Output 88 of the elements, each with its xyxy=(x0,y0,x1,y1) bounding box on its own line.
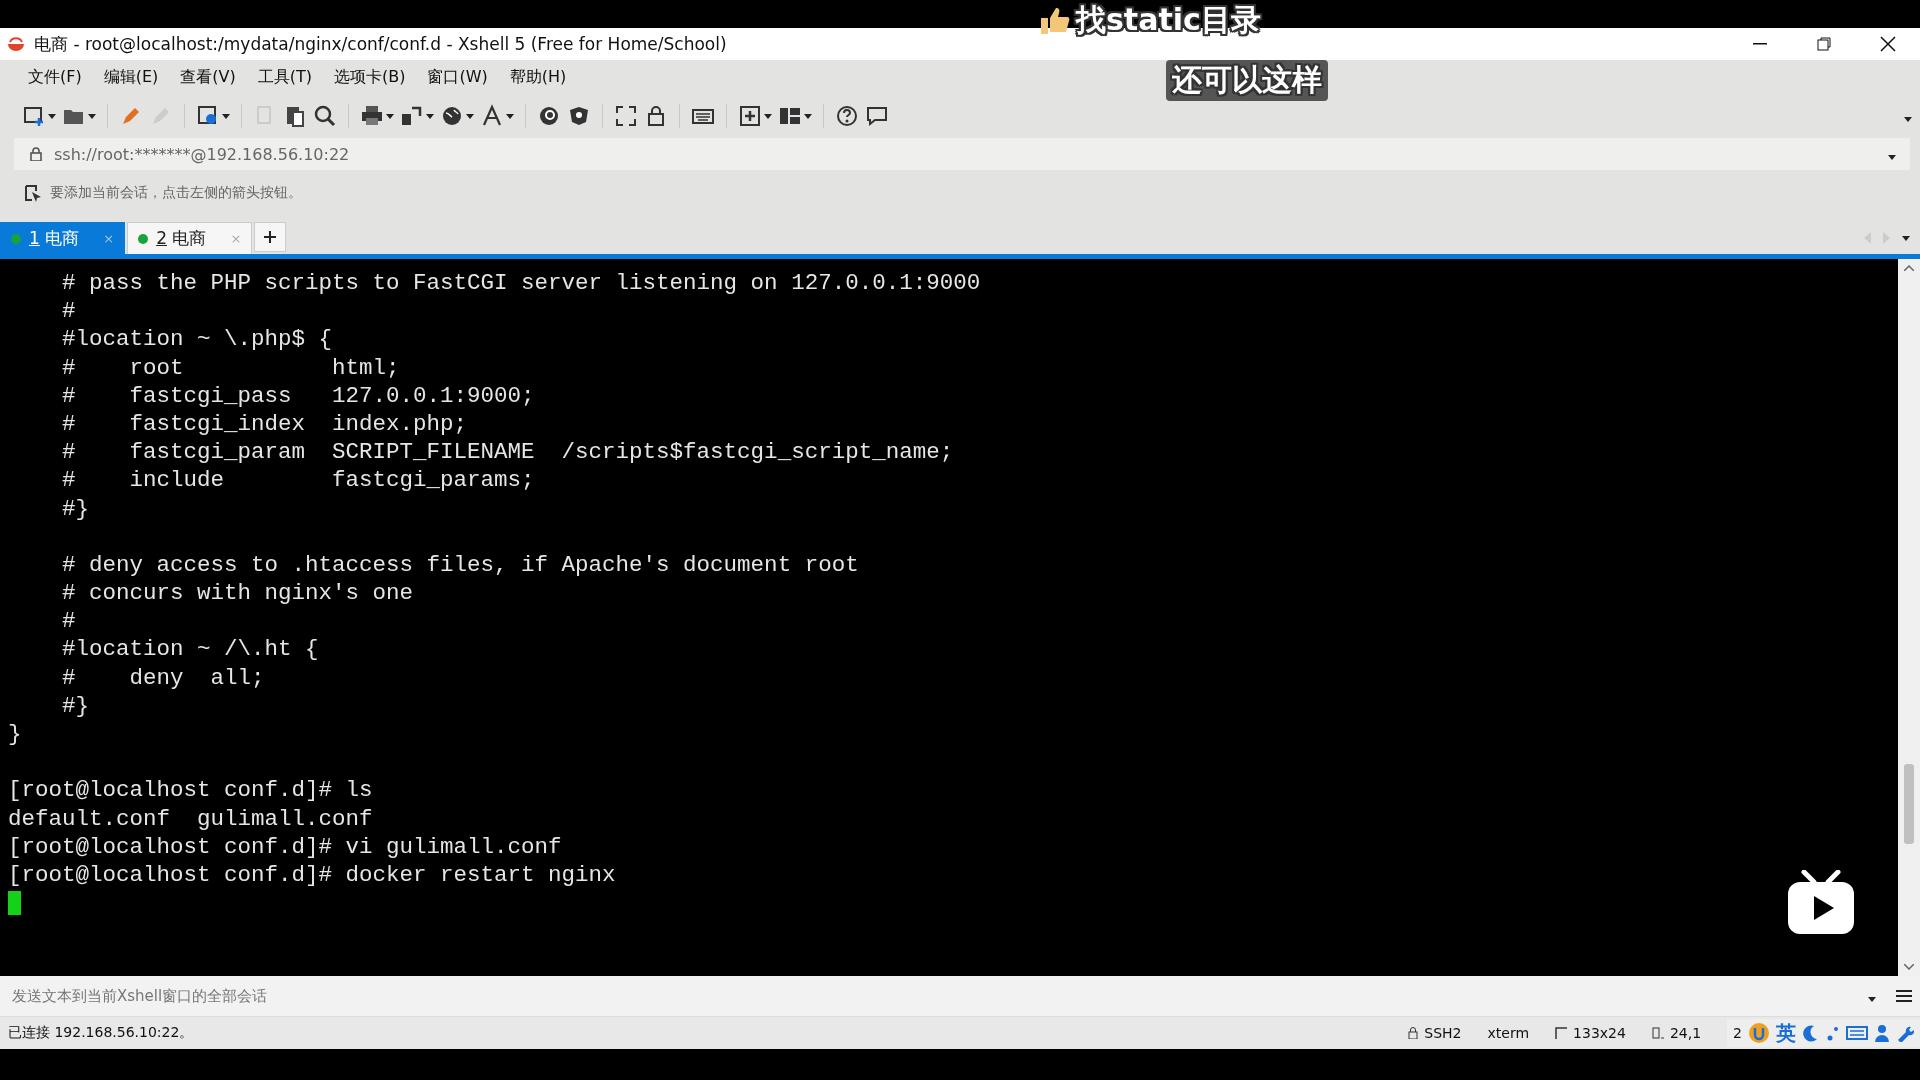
terminal-line: #} xyxy=(61,494,90,523)
send-text-field[interactable]: 发送文本到当前Xshell窗口的全部会话 xyxy=(0,976,1868,1016)
video-caption: 还可以这样 xyxy=(1166,60,1328,101)
caret-icon[interactable] xyxy=(506,113,514,119)
caret-icon[interactable] xyxy=(1902,235,1910,241)
caret-icon[interactable] xyxy=(222,113,230,119)
caret-icon[interactable] xyxy=(88,113,96,119)
protocol-text: SSH2 xyxy=(1424,1025,1462,1041)
caret-icon[interactable] xyxy=(386,113,394,119)
caret-icon[interactable] xyxy=(426,113,434,119)
resize-icon xyxy=(1555,1027,1568,1039)
caret-icon[interactable] xyxy=(1868,996,1876,1002)
new-tab-button[interactable] xyxy=(254,222,287,252)
speech-bubble-icon[interactable] xyxy=(865,104,889,128)
terminal-line: default.conf gulimall.conf xyxy=(8,804,374,833)
terminal-line: # deny all; xyxy=(61,663,266,692)
search-icon[interactable] xyxy=(313,104,337,128)
minimize-icon[interactable] xyxy=(1753,43,1767,45)
terminal-type-text: xterm xyxy=(1487,1025,1530,1041)
shield-icon[interactable] xyxy=(567,104,591,128)
fullscreen-icon[interactable] xyxy=(614,104,638,128)
menu-item[interactable]: 编辑(E) xyxy=(103,66,159,88)
app-logo-icon xyxy=(6,36,26,52)
terminal-line: #location ~ /\.ht { xyxy=(61,635,320,664)
plus-icon[interactable] xyxy=(264,231,277,243)
terminal-line: # fastcgi_index index.php; xyxy=(61,409,469,439)
printer-icon[interactable] xyxy=(360,104,384,128)
caret-icon[interactable] xyxy=(466,113,474,119)
menu-item[interactable]: 帮助(H) xyxy=(509,66,567,88)
terminal-line: [root@localhost conf.d]# docker restart nginx xyxy=(8,860,617,890)
transfer-icon[interactable] xyxy=(400,104,424,128)
menu-item[interactable]: 工具(T) xyxy=(257,66,312,88)
terminal-line: # deny access to .htaccess files, if Apache's document root xyxy=(61,550,860,580)
caret-icon[interactable] xyxy=(764,113,772,119)
input-method-icon[interactable] xyxy=(1748,1022,1770,1044)
terminal-line: #location ~ \.php$ { xyxy=(61,325,334,354)
terminal-line: # fastcgi_param SCRIPT_FILENAME /scripts$fastcgi_script_name; xyxy=(61,438,955,467)
terminal-line: } xyxy=(8,720,23,749)
scrollbar-thumb[interactable] xyxy=(1904,764,1914,844)
play-icon[interactable] xyxy=(1786,870,1856,936)
lock-icon xyxy=(30,147,42,161)
connection-status: 已连接 192.168.56.10:22。 xyxy=(8,1024,195,1042)
close-icon[interactable] xyxy=(1880,36,1896,52)
arrow-into-box-icon[interactable] xyxy=(24,184,42,202)
thumbs-up-icon xyxy=(1040,6,1070,35)
lock-icon xyxy=(1408,1027,1419,1039)
scroll-down-icon[interactable] xyxy=(1904,964,1914,970)
status-dot xyxy=(138,233,149,244)
menu-item[interactable]: 窗口(W) xyxy=(427,66,488,88)
wrench-icon[interactable] xyxy=(1896,1024,1914,1042)
menu-item[interactable]: 查看(V) xyxy=(180,66,236,88)
session-tab[interactable]: 1 电商 × xyxy=(0,222,126,254)
help-icon[interactable] xyxy=(835,104,859,128)
status-text: 2 xyxy=(1733,1025,1742,1041)
terminal-line: # concurs with nginx's one xyxy=(61,579,415,608)
tab-plus-icon[interactable] xyxy=(738,104,762,128)
keyboard-icon[interactable] xyxy=(1846,1025,1868,1041)
position-text: 24,1 xyxy=(1669,1025,1702,1041)
terminal-line: #} xyxy=(61,691,90,720)
restore-icon[interactable] xyxy=(1817,37,1831,51)
punctuation-icon[interactable] xyxy=(1826,1024,1840,1042)
window-plus-icon[interactable] xyxy=(22,104,46,128)
hint-text: 要添加当前会话，点击左侧的箭头按钮。 xyxy=(50,184,302,202)
terminal-line: # pass the PHP scripts to FastCGI server listening on 127.0.0.1:9000 xyxy=(61,269,982,298)
caret-icon[interactable] xyxy=(1888,154,1896,160)
session-tab[interactable]: 2 电商 × xyxy=(127,222,253,254)
terminal-line: # root html; xyxy=(61,353,401,382)
menu-icon[interactable] xyxy=(1896,989,1912,1003)
address-text[interactable]: ssh://root:*******@192.168.56.10:22 xyxy=(54,144,1876,164)
scroll-up-icon[interactable] xyxy=(1904,265,1914,271)
menu-item[interactable]: 文件(F) xyxy=(28,66,82,88)
terminal-line: [root@localhost conf.d]# ls xyxy=(8,776,374,805)
menu-item[interactable]: 选项卡(B) xyxy=(334,66,406,88)
cursor-position-icon xyxy=(1651,1027,1664,1039)
terminal-line: [root@localhost conf.d]# vi gulimall.conf xyxy=(8,832,563,861)
user-icon[interactable] xyxy=(1874,1024,1890,1042)
caret-icon[interactable] xyxy=(804,113,812,119)
terminal-line: # include fastcgi_params; xyxy=(61,466,536,495)
size-text: 133x24 xyxy=(1573,1025,1626,1041)
caret-icon[interactable] xyxy=(48,113,56,119)
terminal-line: # xyxy=(61,297,77,326)
terminal-line: # xyxy=(61,607,77,636)
terminal-cursor xyxy=(8,891,21,916)
terminal-line: # fastcgi_pass 127.0.0.1:9000; xyxy=(61,381,536,410)
caret-icon[interactable] xyxy=(1904,116,1912,122)
language-indicator[interactable]: 英 xyxy=(1776,1019,1796,1047)
window-title: 电商 - root@localhost:/mydata/nginx/conf/conf.d - Xshell 5 (Free for Home/School) xyxy=(34,32,728,56)
status-dot xyxy=(11,233,21,244)
